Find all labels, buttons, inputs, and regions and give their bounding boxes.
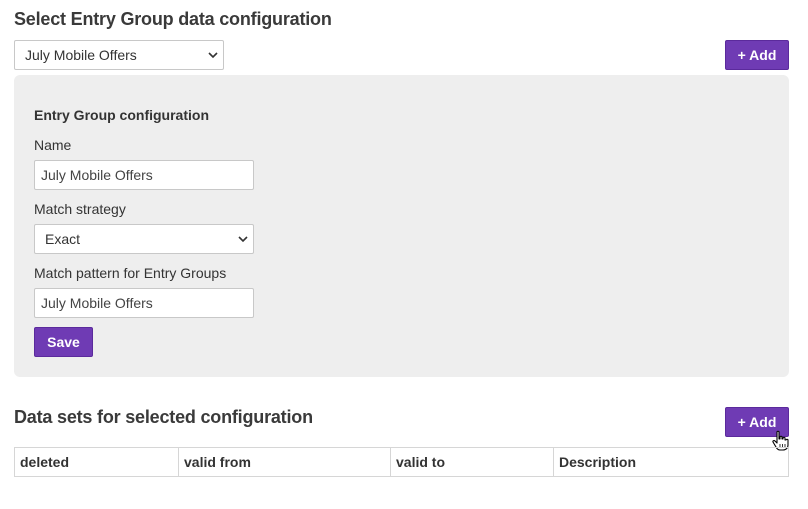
datasets-title: Data sets for selected configuration bbox=[14, 407, 313, 427]
chevron-down-icon bbox=[238, 236, 248, 243]
name-input-value: July Mobile Offers bbox=[41, 167, 153, 183]
name-label: Name bbox=[34, 137, 72, 153]
chevron-down-icon bbox=[208, 52, 218, 59]
match-strategy-label: Match strategy bbox=[34, 201, 126, 217]
name-input[interactable]: July Mobile Offers bbox=[34, 160, 254, 190]
add-configuration-button[interactable]: + Add bbox=[725, 40, 789, 70]
save-button[interactable]: Save bbox=[34, 327, 93, 357]
match-strategy-select-value: Exact bbox=[45, 231, 81, 247]
column-header-deleted[interactable]: deleted bbox=[15, 448, 179, 476]
page-title: Select Entry Group data configuration bbox=[14, 9, 332, 29]
match-pattern-input[interactable]: July Mobile Offers bbox=[34, 288, 254, 318]
configuration-select[interactable]: July Mobile Offers bbox=[14, 40, 224, 70]
match-strategy-select[interactable]: Exact bbox=[34, 224, 254, 254]
column-header-description[interactable]: Description bbox=[554, 448, 789, 476]
column-header-valid-from[interactable]: valid from bbox=[179, 448, 391, 476]
match-pattern-input-value: July Mobile Offers bbox=[41, 295, 153, 311]
datasets-table-header: deleted valid from valid to Description bbox=[14, 447, 789, 477]
match-pattern-label: Match pattern for Entry Groups bbox=[34, 265, 227, 281]
column-header-valid-to[interactable]: valid to bbox=[391, 448, 554, 476]
config-panel-heading: Entry Group configuration bbox=[34, 107, 209, 123]
configuration-select-value: July Mobile Offers bbox=[25, 47, 137, 63]
